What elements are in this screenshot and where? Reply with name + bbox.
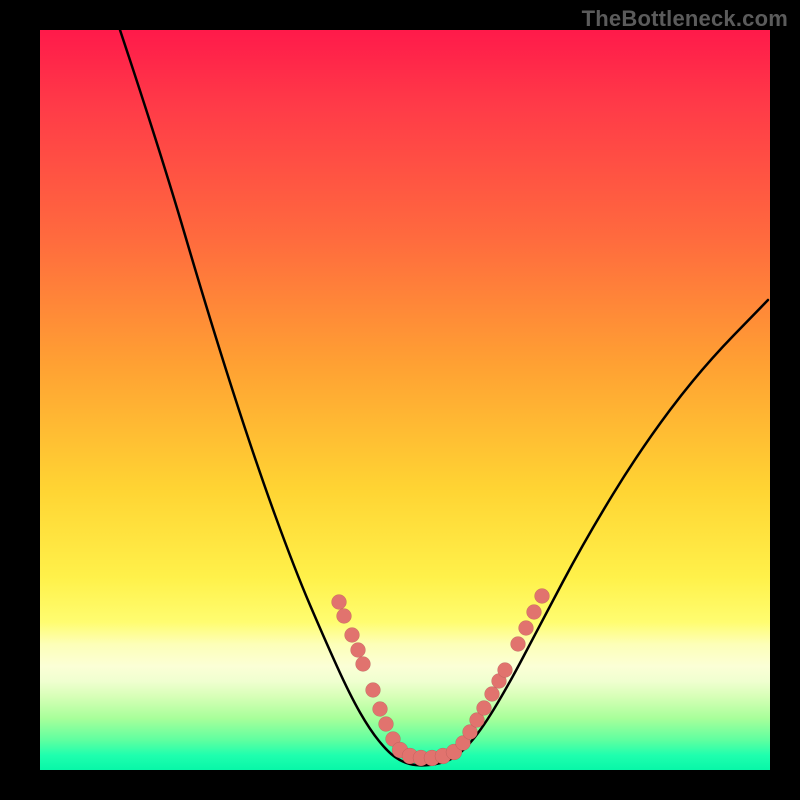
bead-marker: [477, 701, 492, 716]
beads-group: [332, 589, 550, 767]
bead-marker: [379, 717, 394, 732]
bead-marker: [345, 628, 360, 643]
bead-marker: [519, 621, 534, 636]
bead-marker: [511, 637, 526, 652]
bead-marker: [366, 683, 381, 698]
bead-marker: [527, 605, 542, 620]
plot-area: [40, 30, 770, 770]
bead-marker: [485, 687, 500, 702]
chart-frame: TheBottleneck.com: [0, 0, 800, 800]
bead-marker: [498, 663, 513, 678]
bead-marker: [535, 589, 550, 604]
bead-marker: [373, 702, 388, 717]
bead-marker: [337, 609, 352, 624]
chart-svg: [40, 30, 770, 770]
bead-marker: [332, 595, 347, 610]
watermark-label: TheBottleneck.com: [582, 6, 788, 32]
bottleneck-curve: [120, 30, 768, 765]
bead-marker: [351, 643, 366, 658]
bead-marker: [356, 657, 371, 672]
